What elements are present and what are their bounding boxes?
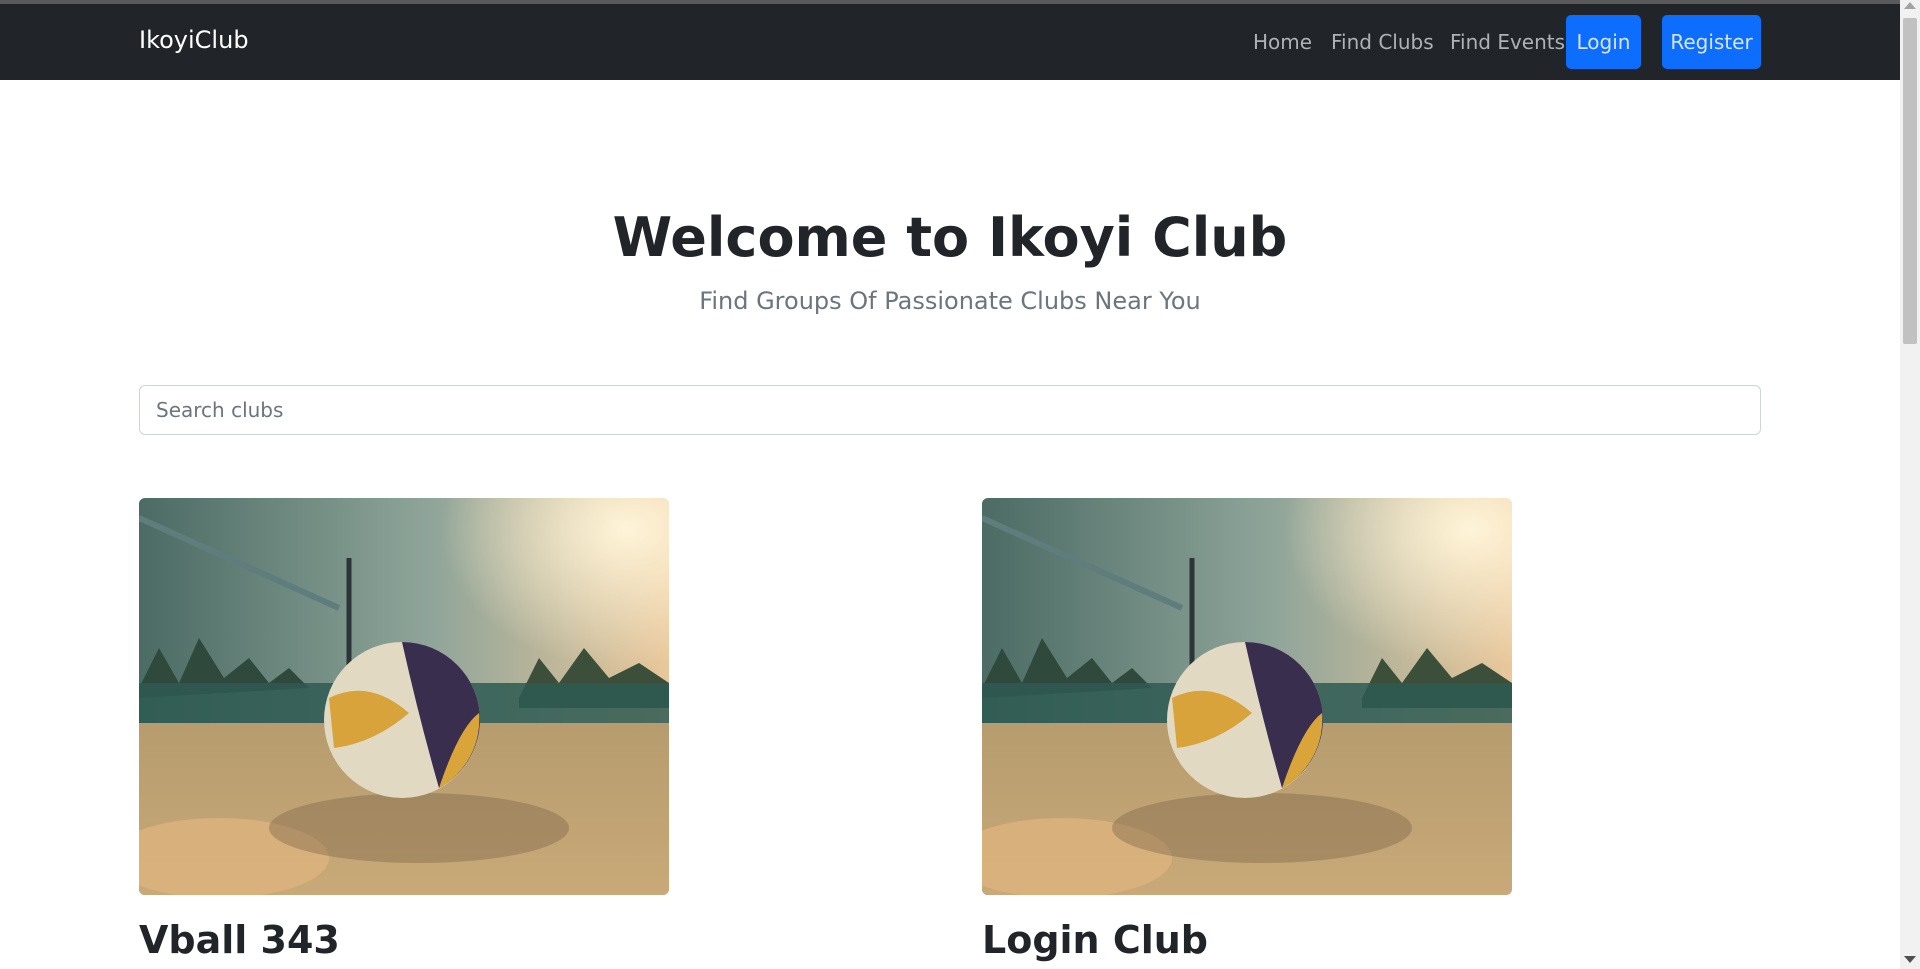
volleyball-image[interactable] — [982, 498, 1512, 895]
scroll-up-arrow-icon[interactable] — [1904, 2, 1916, 9]
scrollbar-thumb[interactable] — [1903, 18, 1917, 344]
register-button[interactable]: Register — [1662, 15, 1761, 69]
nav-link-home[interactable]: Home — [1253, 30, 1312, 54]
scroll-down-arrow-icon[interactable] — [1904, 956, 1916, 963]
brand-logo-link[interactable]: IkoyiClub — [139, 26, 249, 54]
nav-link-find-clubs[interactable]: Find Clubs — [1331, 30, 1434, 54]
club-card[interactable]: Vball 343 — [139, 498, 669, 962]
club-card-title[interactable]: Login Club — [982, 918, 1512, 962]
search-input[interactable] — [139, 385, 1761, 435]
page-title: Welcome to Ikoyi Club — [612, 206, 1288, 269]
top-navbar: IkoyiClub Home Find Clubs Find Events Lo… — [0, 4, 1900, 80]
vertical-scrollbar[interactable] — [1900, 0, 1920, 969]
club-card-title[interactable]: Vball 343 — [139, 918, 669, 962]
volleyball-image[interactable] — [139, 498, 669, 895]
nav-link-find-events[interactable]: Find Events — [1450, 30, 1565, 54]
login-button[interactable]: Login — [1566, 15, 1641, 69]
club-card[interactable]: Login Club — [982, 498, 1512, 962]
page-subtitle: Find Groups Of Passionate Clubs Near You — [699, 287, 1201, 315]
browser-viewport: IkoyiClub Home Find Clubs Find Events Lo… — [0, 0, 1920, 969]
